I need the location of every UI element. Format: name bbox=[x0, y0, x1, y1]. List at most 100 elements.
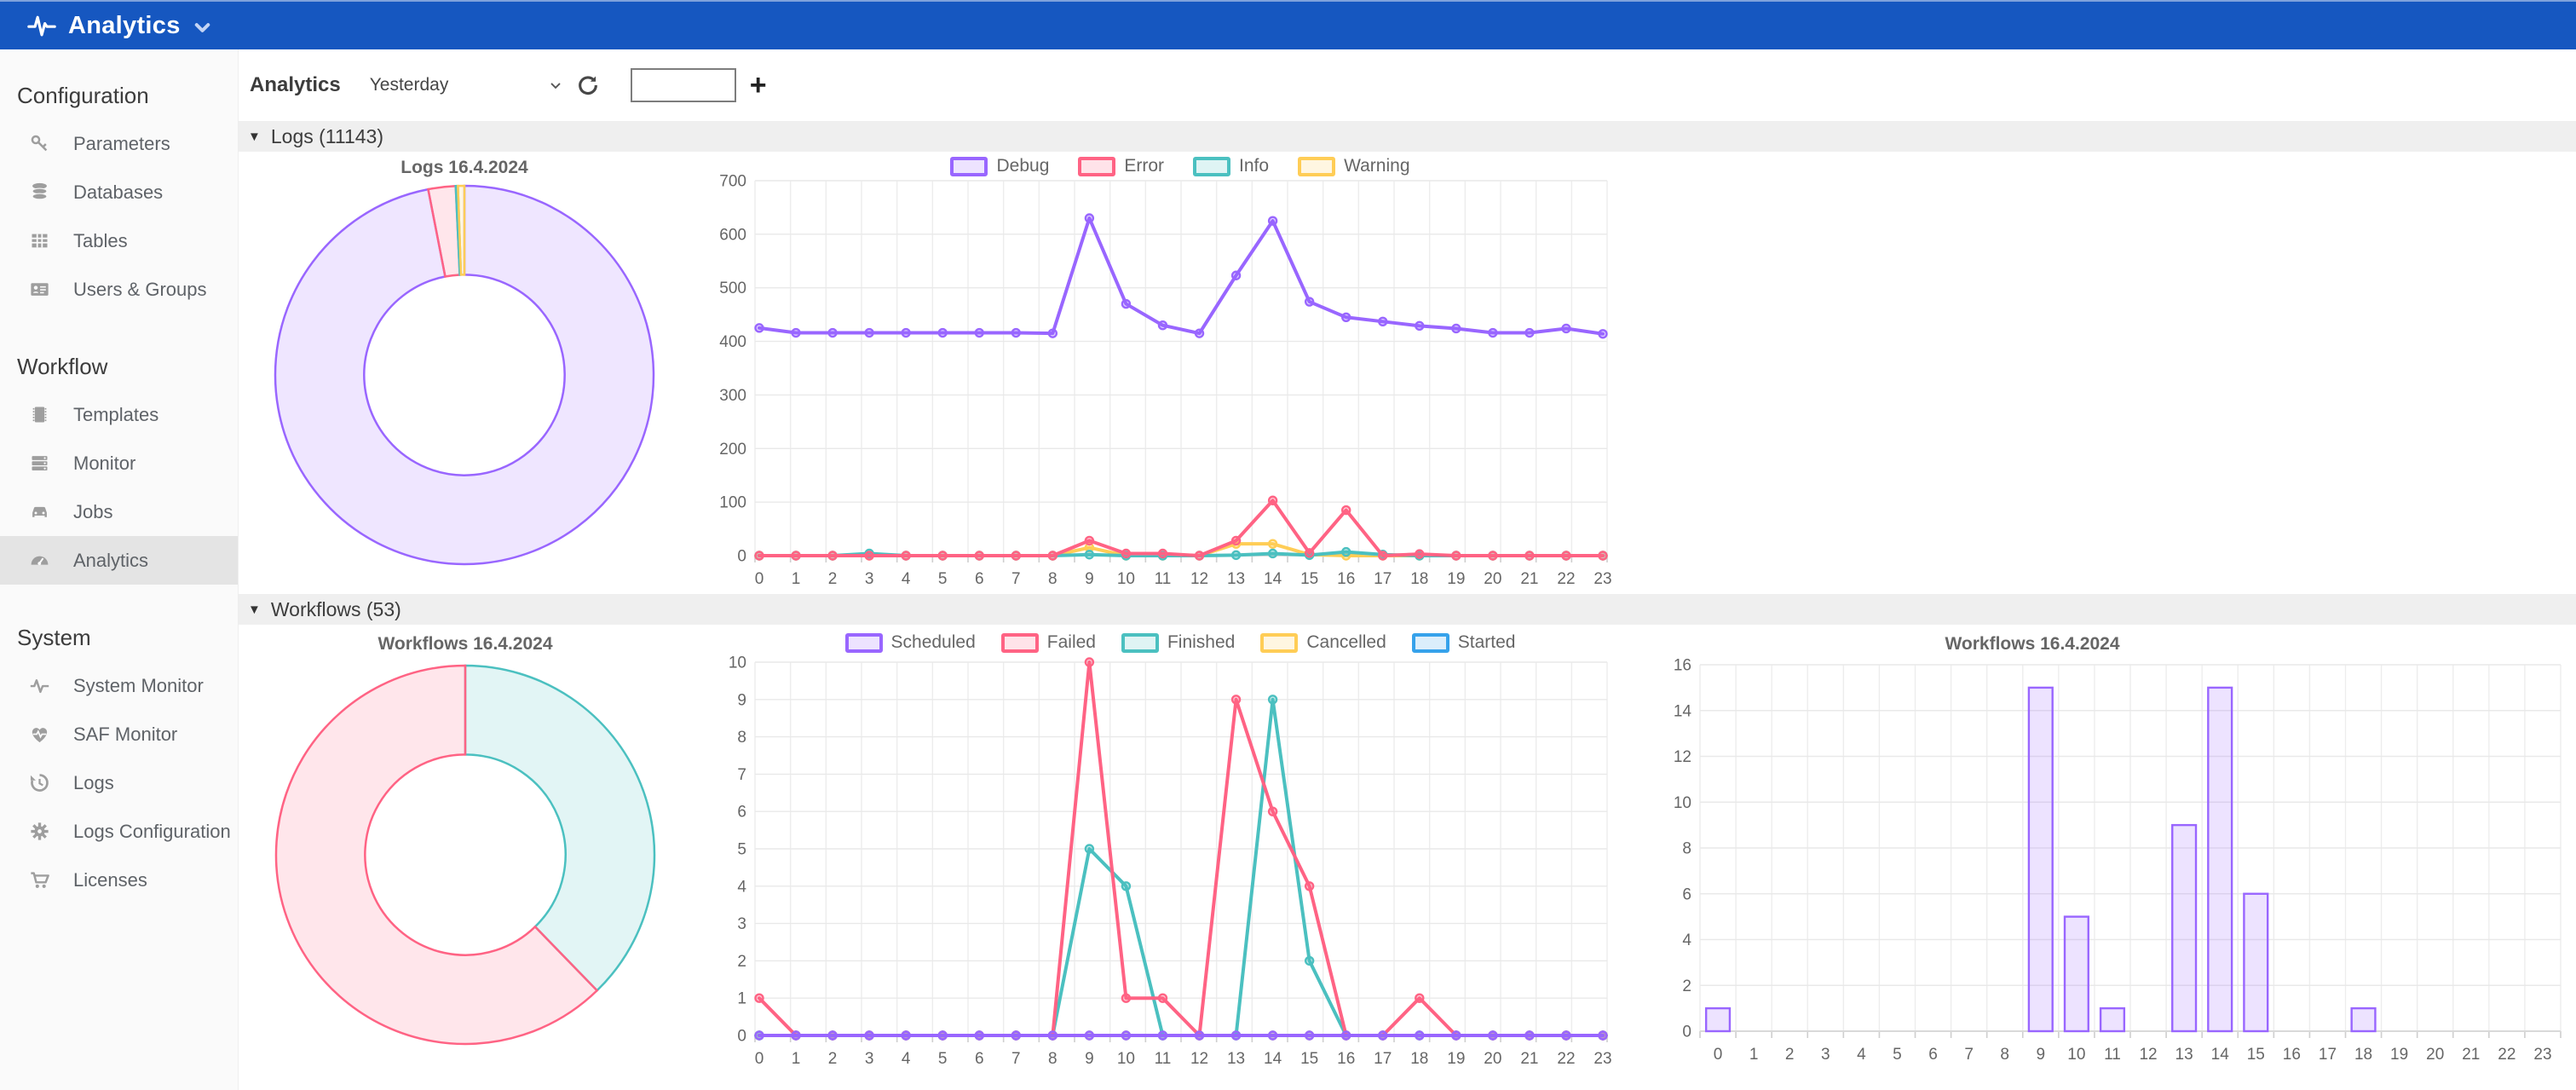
period-select[interactable]: Yesterday bbox=[370, 75, 564, 95]
sidebar-item-logs-configuration[interactable]: Logs Configuration bbox=[0, 807, 238, 856]
cart-icon bbox=[26, 868, 53, 891]
sidebar-item-logs[interactable]: Logs bbox=[0, 758, 238, 807]
axis-tick-label: 21 bbox=[1520, 1050, 1538, 1068]
sidebar-item-analytics[interactable]: Analytics bbox=[0, 536, 238, 585]
axis-tick-label: 7 bbox=[1011, 1050, 1021, 1068]
sidebar: Configuration Parameters Databases Table… bbox=[0, 49, 239, 1090]
sidebar-item-parameters[interactable]: Parameters bbox=[0, 119, 238, 168]
axis-tick-label: 1 bbox=[1749, 1046, 1759, 1064]
axis-tick-label: 14 bbox=[1264, 1050, 1282, 1068]
axis-tick-label: 1 bbox=[737, 990, 746, 1008]
axis-tick-label: 5 bbox=[737, 841, 746, 859]
sidebar-item-label: Templates bbox=[73, 404, 158, 426]
axis-tick-label: 16 bbox=[1337, 570, 1355, 588]
database-icon bbox=[26, 181, 53, 204]
axis-tick-label: 5 bbox=[938, 1050, 948, 1068]
sidebar-section-configuration: Configuration Parameters Databases Table… bbox=[0, 49, 238, 314]
sidebar-item-label: Analytics bbox=[73, 550, 148, 572]
axis-tick-label: 12 bbox=[2139, 1046, 2157, 1064]
axis-tick-label: 7 bbox=[1011, 570, 1021, 588]
axis-tick-label: 16 bbox=[2283, 1046, 2301, 1064]
gauge-icon bbox=[26, 549, 53, 572]
axis-tick-label: 200 bbox=[719, 441, 746, 458]
axis-tick-label: 19 bbox=[1447, 1050, 1465, 1068]
axis-tick-label: 3 bbox=[865, 570, 874, 588]
workflows-donut-chart bbox=[274, 663, 657, 1047]
sidebar-heading-workflow: Workflow bbox=[0, 343, 238, 390]
sidebar-item-label: System Monitor bbox=[73, 675, 204, 697]
axis-tick-label: 4 bbox=[1682, 931, 1691, 949]
chevron-down-icon[interactable] bbox=[191, 16, 214, 39]
period-select-value: Yesterday bbox=[370, 75, 449, 95]
page-title: Analytics bbox=[250, 73, 341, 97]
axis-tick-label: 20 bbox=[1484, 1050, 1501, 1068]
toolbar: Analytics Yesterday + bbox=[239, 49, 2576, 121]
sidebar-item-tables[interactable]: Tables bbox=[0, 216, 238, 265]
axis-tick-label: 15 bbox=[1300, 1050, 1318, 1068]
axis-tick-label: 15 bbox=[2247, 1046, 2265, 1064]
axis-tick-label: 0 bbox=[737, 548, 746, 566]
axis-tick-label: 7 bbox=[737, 766, 746, 784]
axis-tick-label: 6 bbox=[1682, 885, 1691, 903]
sidebar-item-label: Monitor bbox=[73, 453, 135, 475]
axis-tick-label: 8 bbox=[737, 729, 746, 747]
add-button[interactable]: + bbox=[750, 71, 767, 100]
chip-icon bbox=[26, 403, 53, 426]
sidebar-item-licenses[interactable]: Licenses bbox=[0, 856, 238, 904]
axis-tick-label: 2 bbox=[828, 1050, 838, 1068]
logs-donut-title: Logs 16.4.2024 bbox=[337, 158, 592, 178]
logs-section-header[interactable]: ▼ Logs (11143) bbox=[239, 121, 2576, 152]
car-icon bbox=[26, 500, 53, 523]
sidebar-item-databases[interactable]: Databases bbox=[0, 168, 238, 216]
axis-tick-label: 11 bbox=[1155, 1050, 1172, 1068]
axis-tick-label: 16 bbox=[1674, 657, 1691, 675]
refresh-icon bbox=[576, 73, 600, 97]
sidebar-item-label: Jobs bbox=[73, 501, 112, 523]
main-content: Analytics Yesterday + ▼ Logs (11143) bbox=[239, 49, 2576, 1090]
sidebar-item-system-monitor[interactable]: System Monitor bbox=[0, 661, 238, 710]
axis-tick-label: 6 bbox=[737, 804, 746, 822]
refresh-button[interactable] bbox=[576, 73, 600, 97]
app-logo-pulse-icon bbox=[27, 11, 56, 40]
axis-tick-label: 8 bbox=[1682, 840, 1691, 858]
axis-tick-label: 6 bbox=[975, 570, 984, 588]
axis-tick-label: 0 bbox=[755, 570, 764, 588]
workflows-section: Workflows 16.4.2024 ScheduledFailedFinis… bbox=[239, 625, 2576, 1090]
axis-tick-label: 23 bbox=[1593, 1050, 1611, 1068]
axis-tick-label: 17 bbox=[1374, 1050, 1392, 1068]
axis-tick-label: 17 bbox=[1374, 570, 1392, 588]
sidebar-item-label: Logs bbox=[73, 772, 114, 794]
axis-tick-label: 10 bbox=[1674, 794, 1691, 812]
search-input[interactable] bbox=[631, 68, 736, 102]
axis-tick-label: 100 bbox=[719, 494, 746, 512]
axis-tick-label: 18 bbox=[1410, 1050, 1428, 1068]
axis-tick-label: 6 bbox=[975, 1050, 984, 1068]
axis-tick-label: 2 bbox=[828, 570, 838, 588]
axis-tick-label: 1 bbox=[792, 570, 801, 588]
sidebar-item-jobs[interactable]: Jobs bbox=[0, 487, 238, 536]
sidebar-item-label: Tables bbox=[73, 230, 128, 252]
axis-tick-label: 5 bbox=[1893, 1046, 1902, 1064]
axis-tick-label: 500 bbox=[719, 280, 746, 297]
select-chevron-icon bbox=[547, 77, 564, 94]
axis-tick-label: 8 bbox=[2000, 1046, 2009, 1064]
axis-tick-label: 3 bbox=[865, 1050, 874, 1068]
sidebar-item-templates[interactable]: Templates bbox=[0, 390, 238, 439]
sidebar-item-label: SAF Monitor bbox=[73, 724, 177, 746]
sidebar-section-system: System System Monitor SAF Monitor Logs bbox=[0, 585, 238, 904]
axis-tick-label: 11 bbox=[2104, 1046, 2121, 1064]
axis-tick-label: 18 bbox=[1410, 570, 1428, 588]
sidebar-item-users-groups[interactable]: Users & Groups bbox=[0, 265, 238, 314]
sidebar-item-saf-monitor[interactable]: SAF Monitor bbox=[0, 710, 238, 758]
sidebar-item-monitor[interactable]: Monitor bbox=[0, 439, 238, 487]
app-header: Analytics bbox=[0, 0, 2576, 49]
sidebar-item-label: Databases bbox=[73, 182, 163, 204]
axis-tick-label: 9 bbox=[2037, 1046, 2046, 1064]
axis-tick-label: 0 bbox=[1682, 1024, 1691, 1041]
axis-tick-label: 0 bbox=[755, 1050, 764, 1068]
axis-tick-label: 22 bbox=[2498, 1046, 2515, 1064]
collapse-icon: ▼ bbox=[248, 130, 261, 144]
workflows-section-label: Workflows (53) bbox=[271, 598, 401, 621]
app-title: Analytics bbox=[68, 12, 181, 40]
axis-tick-label: 21 bbox=[2462, 1046, 2480, 1064]
